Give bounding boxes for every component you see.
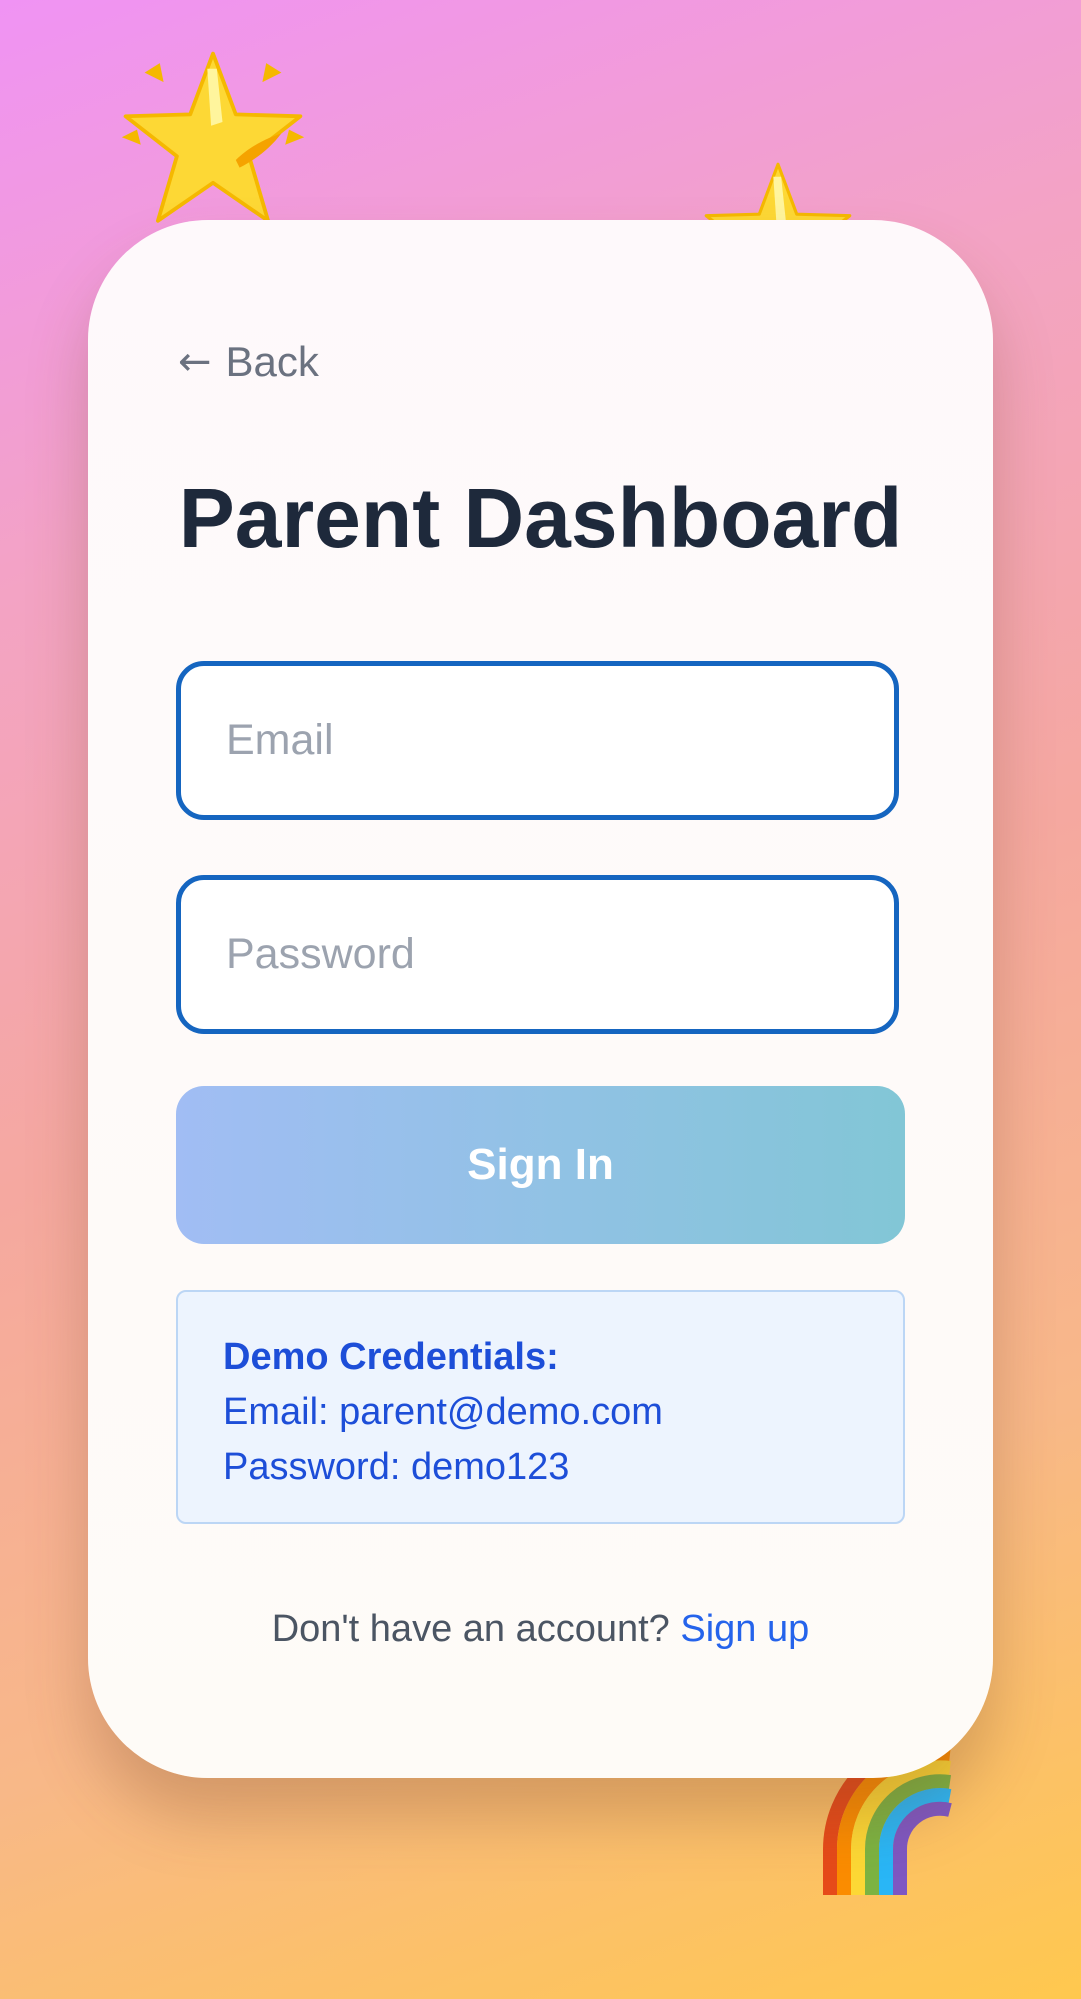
demo-password-line: Password: demo123 (223, 1446, 570, 1488)
email-field[interactable] (176, 661, 899, 820)
login-card: ← Back Parent Dashboard Sign In Demo Cre… (88, 220, 993, 1778)
signup-prompt: Don't have an account? Sign up (88, 1608, 993, 1651)
back-label: Back (225, 338, 319, 385)
demo-credentials-heading: Demo Credentials: (223, 1336, 559, 1378)
sign-in-button[interactable]: Sign In (176, 1086, 905, 1244)
star-icon (121, 51, 305, 223)
demo-credentials-box: Demo Credentials: Email: parent@demo.com… (176, 1290, 905, 1524)
sign-up-link[interactable]: Sign up (680, 1608, 809, 1650)
page-title: Parent Dashboard (178, 471, 903, 565)
demo-email-line: Email: parent@demo.com (223, 1391, 663, 1433)
password-field[interactable] (176, 875, 899, 1034)
signup-prompt-text: Don't have an account? (271, 1608, 670, 1650)
arrow-left-icon: ← (178, 339, 212, 385)
back-button[interactable]: ← Back (178, 338, 319, 386)
